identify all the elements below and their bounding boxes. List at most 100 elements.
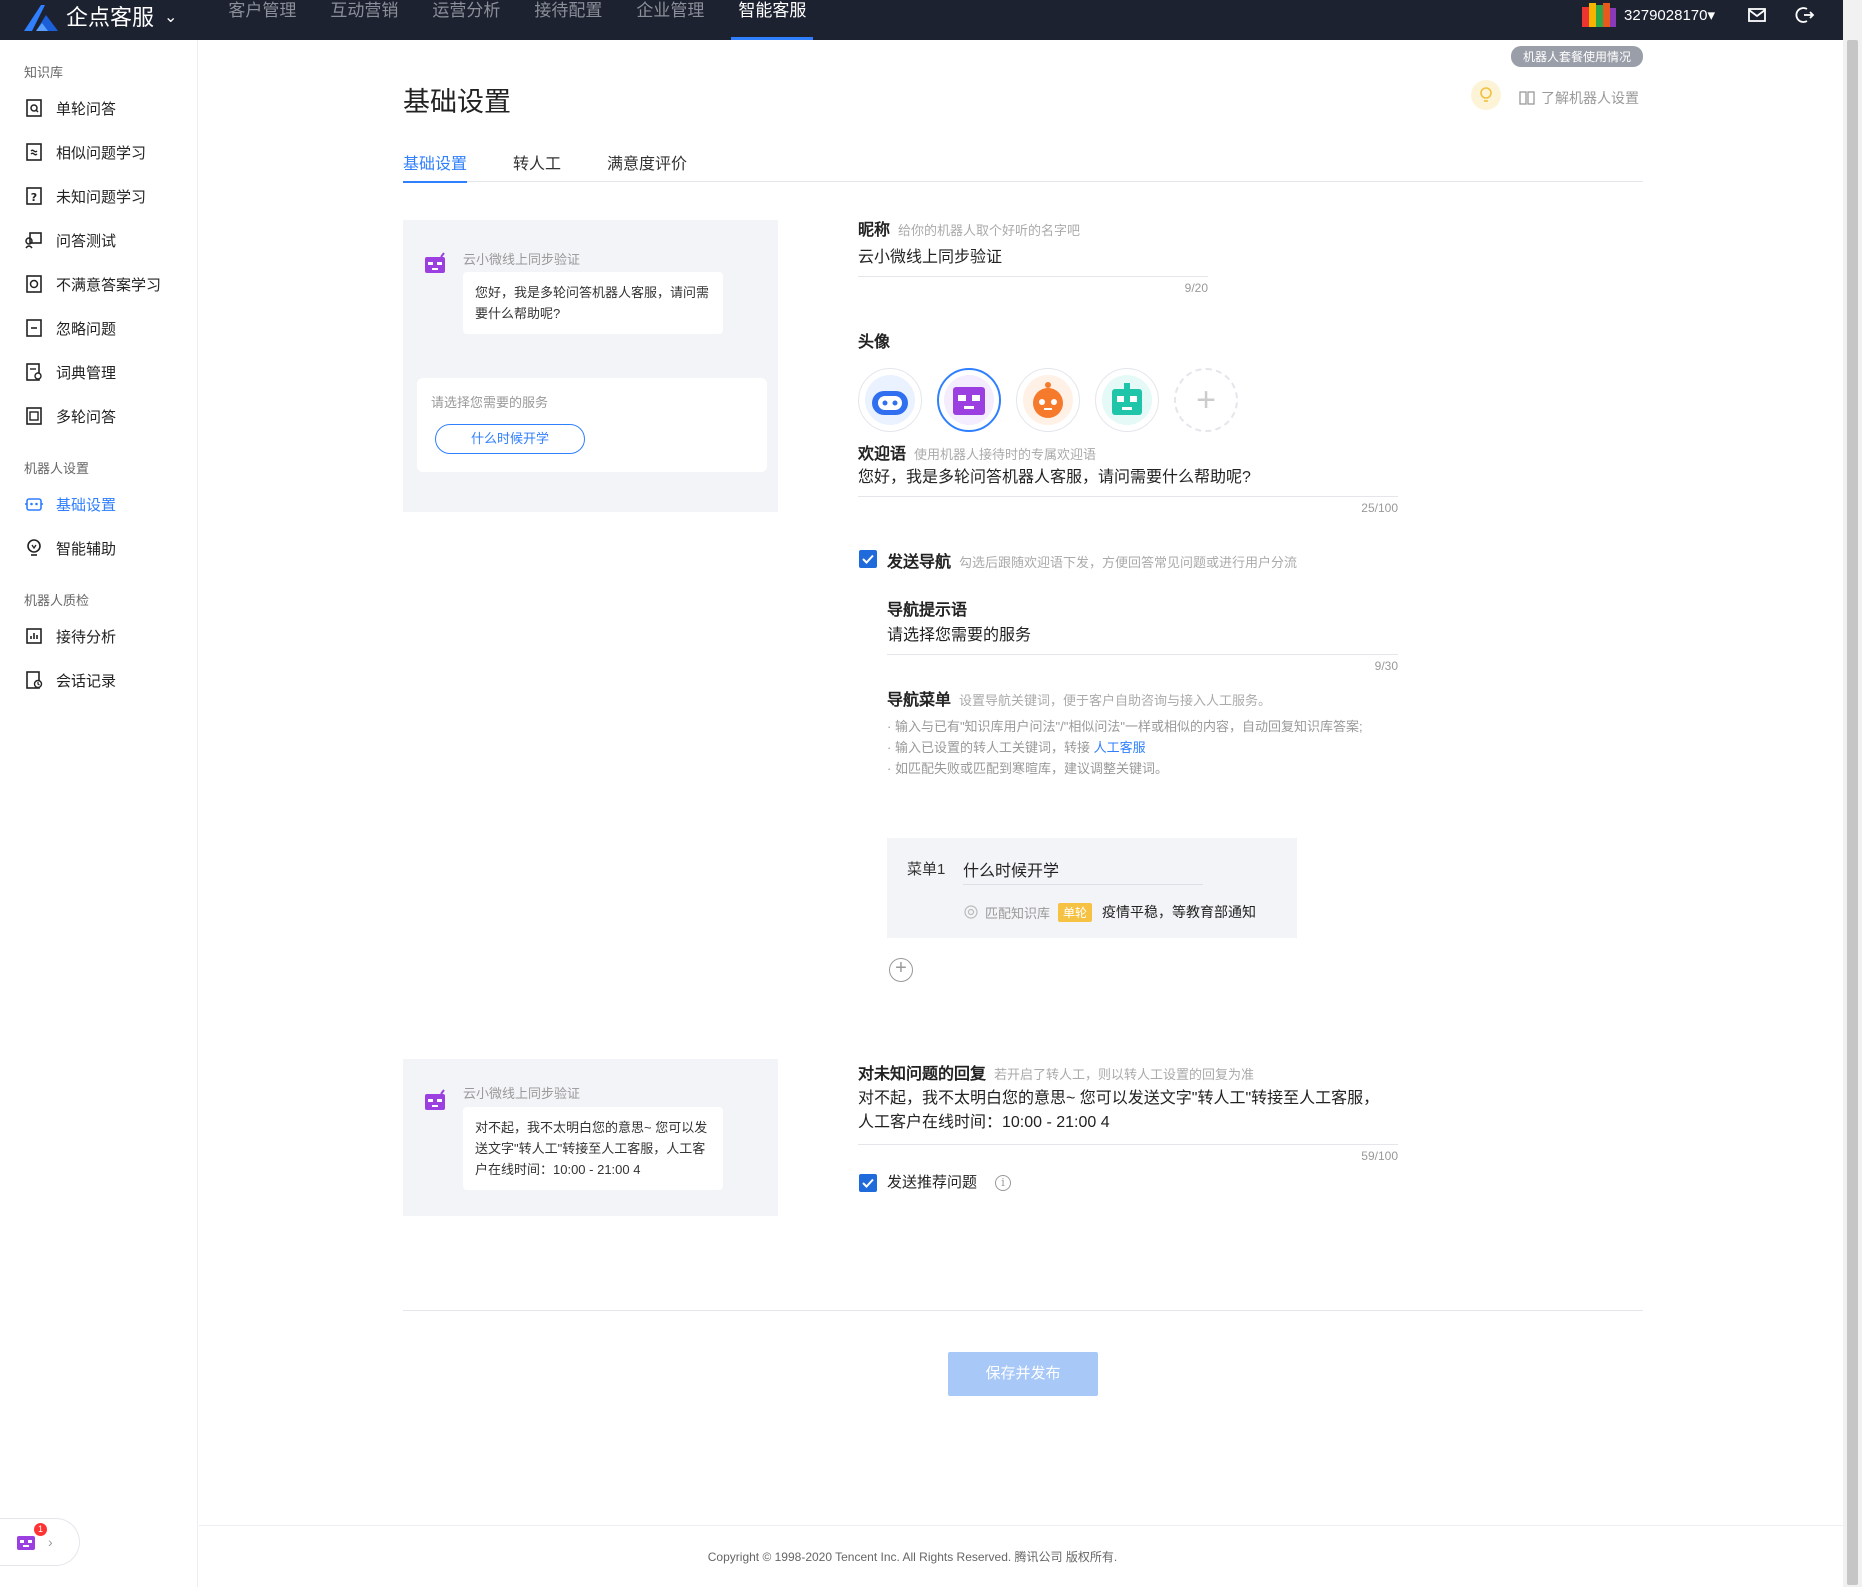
sidebar-item-multi-qa[interactable]: 多轮问答 xyxy=(0,394,116,438)
multi-qa-icon xyxy=(26,407,42,425)
page-scrollbar[interactable] xyxy=(1843,0,1862,1587)
sidebar-item-qa-test[interactable]: 问答测试 xyxy=(0,218,116,262)
nav-menu-tip-1: · 输入与已有"知识库用户问法"/"相似问法"一样或相似的内容，自动回复知识库答… xyxy=(887,719,1363,734)
sidebar-item-ignored[interactable]: 忽略问题 xyxy=(0,306,116,350)
robot-purple-icon xyxy=(944,375,994,425)
nav-menu-item-underline xyxy=(963,884,1203,885)
nav-menu-label: 导航菜单 设置导航关键词，便于客户自助咨询与接入人工服务。 xyxy=(887,686,1271,710)
sidebar-item-session-records[interactable]: 会话记录 xyxy=(0,658,116,702)
sidebar-item-label: 智能辅助 xyxy=(56,540,117,558)
nav-operations-analysis[interactable]: 运营分析 xyxy=(415,0,517,40)
sidebar-item-label: 未知问题学习 xyxy=(56,188,147,206)
sidebar-item-label: 多轮问答 xyxy=(56,408,117,426)
nav-interactive-marketing[interactable]: 互动营销 xyxy=(313,0,415,40)
sidebar-item-smart-assist[interactable]: 智能辅助 xyxy=(0,526,116,570)
sidebar-item-label: 不满意答案学习 xyxy=(56,276,162,294)
bulb-icon[interactable] xyxy=(1471,80,1501,110)
nav-menu-tip-2: · 输入已设置的转人工关键词，转接 人工客服 xyxy=(887,737,1447,758)
nav-customer-mgmt[interactable]: 客户管理 xyxy=(211,0,313,40)
brand[interactable]: 企点客服 ⌄ xyxy=(22,0,177,40)
nav-smart-service[interactable]: 智能客服 xyxy=(721,0,823,40)
welcome-input[interactable]: 您好，我是多轮问答机器人客服，请问需要什么帮助呢? xyxy=(858,466,1398,490)
send-recommend-label: 发送推荐问题 xyxy=(887,1174,978,1191)
help-link-label: 了解机器人设置 xyxy=(1541,90,1639,106)
sidebar-item-label: 词典管理 xyxy=(56,364,117,382)
preview-reply-bubble: 对不起，我不太明白您的意思~ 您可以发送文字"转人工"转接至人工客服，人工客户在… xyxy=(463,1107,723,1190)
welcome-hint: 使用机器人接待时的专属欢迎语 xyxy=(914,447,1097,462)
matched-question[interactable]: 疫情平稳，等教育部通知 xyxy=(1102,902,1256,922)
avatar-label: 头像 xyxy=(858,334,891,351)
add-menu-button[interactable]: + xyxy=(889,958,913,982)
unknown-reply-counter: 59/100 xyxy=(1361,1149,1398,1163)
sidebar-item-reception-analysis[interactable]: 接待分析 xyxy=(0,614,116,658)
nickname-hint: 给你的机器人取个好听的名字吧 xyxy=(898,223,1081,238)
unknown-reply-preview-panel: 云小微线上同步验证 对不起，我不太明白您的意思~ 您可以发送文字"转人工"转接至… xyxy=(403,1059,778,1216)
nav-enterprise-mgmt[interactable]: 企业管理 xyxy=(619,0,721,40)
svg-text:?: ? xyxy=(31,191,37,204)
sidebar-item-label: 单轮问答 xyxy=(56,100,117,118)
sidebar-item-label: 基础设置 xyxy=(56,496,117,514)
human-service-link[interactable]: 人工客服 xyxy=(1094,740,1146,755)
send-nav-checkbox[interactable] xyxy=(859,550,877,568)
nav-menu-item: 菜单1 什么时候开学 匹配知识库 单轮 疫情平稳，等教育部通知 xyxy=(887,838,1297,938)
qa-test-icon xyxy=(25,232,42,249)
chevron-right-icon: › xyxy=(48,1534,53,1550)
nickname-input[interactable]: 云小微线上同步验证 xyxy=(858,246,1208,270)
sidebar-group-knowledge: 知识库 xyxy=(24,65,64,80)
scrollbar-thumb[interactable] xyxy=(1847,40,1858,1585)
chevron-down-icon[interactable]: ⌄ xyxy=(164,7,177,27)
tab-transfer-human[interactable]: 转人工 xyxy=(513,150,561,182)
avatar-option-purple[interactable] xyxy=(937,368,1001,432)
nav-prompt-label: 导航提示语 xyxy=(887,602,968,619)
sidebar-item-dictionary[interactable]: 词典管理 xyxy=(0,350,116,394)
settings-tabs: 基础设置 转人工 满意度评价 xyxy=(403,150,1643,183)
send-recommend-checkbox[interactable] xyxy=(859,1174,877,1192)
preview-nav-card: 请选择您需要的服务 什么时候开学 xyxy=(417,378,767,472)
brand-logo-icon xyxy=(24,5,58,31)
preview-nav-button[interactable]: 什么时候开学 xyxy=(435,424,585,454)
sidebar-group-quality: 机器人质检 xyxy=(24,593,90,608)
sidebar-item-label: 会话记录 xyxy=(56,672,117,690)
info-icon[interactable]: i xyxy=(995,1175,1011,1191)
sidebar-item-label: 相似问题学习 xyxy=(56,144,147,162)
welcome-preview-panel: 云小微线上同步验证 您好，我是多轮问答机器人客服，请问需要什么帮助呢? 请选择您… xyxy=(403,220,778,512)
send-nav-hint: 勾选后跟随欢迎语下发，方便回答常见问题或进行用户分流 xyxy=(959,555,1298,570)
nav-reception-config[interactable]: 接待配置 xyxy=(517,0,619,40)
unsatisfied-doc-icon xyxy=(26,275,42,293)
nav-menu-item-input[interactable]: 什么时候开学 xyxy=(963,857,1059,881)
notification-badge: 1 xyxy=(34,1523,47,1536)
sidebar-item-unsatisfied-learning[interactable]: 不满意答案学习 xyxy=(0,262,161,306)
chat-widget-button[interactable]: 1 › xyxy=(0,1518,80,1566)
records-icon xyxy=(26,671,43,689)
tab-basic-settings[interactable]: 基础设置 xyxy=(403,150,468,183)
avatar-option-teal[interactable] xyxy=(1095,368,1159,432)
preview-nav-hint: 请选择您需要的服务 xyxy=(431,395,549,410)
footer-copyright: Copyright © 1998-2020 Tencent Inc. All R… xyxy=(707,1550,1118,1564)
sidebar-item-similar-learning[interactable]: 相似问题学习 xyxy=(0,130,146,174)
nav-menu-match-row: 匹配知识库 单轮 疫情平稳，等教育部通知 xyxy=(963,902,1256,922)
main-nav: 客户管理 互动营销 运营分析 接待配置 企业管理 智能客服 xyxy=(211,0,823,40)
single-turn-tag: 单轮 xyxy=(1058,902,1093,922)
add-avatar-button[interactable]: + xyxy=(1174,368,1238,432)
robot-orange-icon xyxy=(1023,375,1073,425)
unknown-reply-input[interactable]: 对不起，我不太明白您的意思~ 您可以发送文字"转人工"转接至人工客服， 人工客户… xyxy=(858,1087,1398,1135)
logout-icon[interactable] xyxy=(1795,5,1815,25)
help-link[interactable]: 了解机器人设置 xyxy=(1519,88,1639,108)
robot-teal-icon xyxy=(1102,375,1152,425)
nav-menu-label-text: 导航菜单 xyxy=(887,692,952,709)
tab-satisfaction[interactable]: 满意度评价 xyxy=(607,150,687,182)
avatar-option-orange[interactable] xyxy=(1016,368,1080,432)
nav-prompt-input[interactable]: 请选择您需要的服务 xyxy=(887,624,1398,648)
mail-icon[interactable] xyxy=(1747,5,1767,25)
package-usage-badge[interactable]: 机器人套餐使用情况 xyxy=(1511,46,1644,67)
avatar-option-blue[interactable] xyxy=(858,368,922,432)
nickname-label-text: 昵称 xyxy=(858,222,891,239)
user-id-dropdown[interactable]: 3279028170▾ xyxy=(1624,6,1715,24)
sidebar-item-basic-settings[interactable]: 基础设置 xyxy=(0,482,116,526)
save-publish-button[interactable]: 保存并发布 xyxy=(948,1352,1098,1396)
sidebar-item-single-qa[interactable]: 单轮问答 xyxy=(0,86,116,130)
sidebar-item-unknown-learning[interactable]: ? 未知问题学习 xyxy=(0,174,146,218)
nickname-counter: 9/20 xyxy=(1184,281,1208,295)
page-title: 基础设置 xyxy=(403,87,511,117)
user-avatar[interactable] xyxy=(1582,3,1617,27)
